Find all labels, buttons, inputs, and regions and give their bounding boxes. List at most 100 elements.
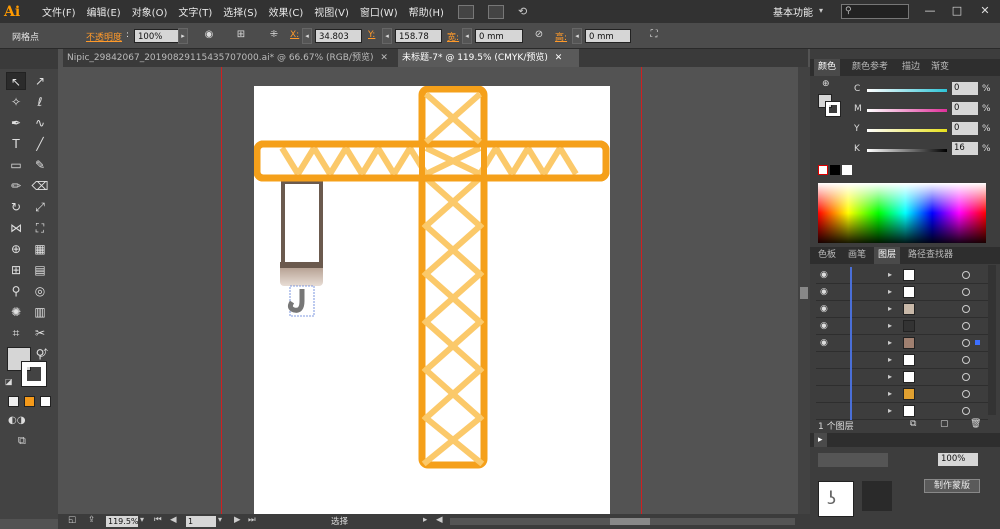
default-colors-icon[interactable]: ◪ — [5, 377, 13, 386]
draw-mode-icon[interactable]: ◐◑ — [8, 415, 25, 426]
free-transform-tool-icon[interactable]: ⛶ — [30, 219, 50, 237]
white-color-swatch[interactable] — [842, 165, 852, 175]
black-color-swatch[interactable] — [830, 165, 840, 175]
layer-row[interactable]: ◉ ▸ — [816, 335, 988, 352]
share-icon[interactable]: ⇪ — [88, 515, 95, 525]
target-circle-icon[interactable] — [962, 305, 970, 313]
artboard-nav-icon[interactable]: ◱ — [68, 515, 76, 525]
eraser-tool-icon[interactable]: ⌫ — [30, 177, 50, 195]
tools-panel-header[interactable] — [0, 49, 58, 69]
x-stepper-icon[interactable]: ◂ — [302, 28, 312, 44]
scrollbar-thumb[interactable] — [610, 518, 650, 525]
search-input[interactable]: ⚲ — [841, 4, 909, 19]
eyedropper-tool-icon[interactable]: ⚲ — [6, 282, 26, 300]
color-mode-button[interactable] — [8, 396, 19, 407]
type-tool-icon[interactable]: T — [6, 135, 26, 153]
menu-effect[interactable]: 效果(C) — [268, 4, 303, 19]
menu-help[interactable]: 帮助(H) — [409, 4, 444, 19]
artboard-tool-icon[interactable]: ⌗ — [6, 324, 26, 342]
shape-builder-tool-icon[interactable]: ⊕ — [6, 240, 26, 258]
restore-button[interactable]: □ — [947, 4, 967, 18]
make-mask-button[interactable]: 制作蒙版 — [924, 479, 980, 493]
none-mode-button[interactable] — [40, 396, 51, 407]
artboard-dropdown-icon[interactable]: ▾ — [218, 515, 222, 524]
workspace-switcher[interactable]: 基本功能 — [773, 4, 813, 19]
screen-mode-icon[interactable]: ⧉ — [18, 434, 26, 448]
magic-wand-tool-icon[interactable]: ✧ — [6, 93, 26, 111]
next-artboard-icon[interactable]: ▶ — [234, 515, 241, 525]
menu-window[interactable]: 窗口(W) — [360, 4, 398, 19]
expand-triangle-icon[interactable]: ▸ — [888, 321, 892, 330]
target-circle-icon[interactable] — [962, 390, 970, 398]
selection-tool-icon[interactable]: ↖ — [6, 72, 26, 90]
layer-row[interactable]: ◉ ▸ — [816, 301, 988, 318]
new-sublayer-icon[interactable]: ⧉ — [910, 419, 916, 429]
target-circle-icon[interactable] — [962, 339, 970, 347]
expand-triangle-icon[interactable]: ▸ — [888, 372, 892, 381]
curvature-tool-icon[interactable]: ∿ — [30, 114, 50, 132]
scroll-left-icon[interactable]: ◀ — [436, 515, 443, 525]
prev-artboard-icon[interactable]: ◀ — [170, 515, 177, 525]
color-spectrum[interactable] — [818, 183, 986, 243]
align-icon[interactable]: ⊞ — [232, 28, 250, 44]
layer-row[interactable]: ▸ — [816, 369, 988, 386]
lasso-tool-icon[interactable]: ℓ — [30, 93, 50, 111]
target-circle-icon[interactable] — [962, 288, 970, 296]
swap-fill-stroke-icon[interactable]: ⤴ — [39, 346, 48, 359]
gpu-icon[interactable]: ⟲ — [518, 5, 534, 19]
tab-gradient[interactable]: 渐变 — [927, 59, 953, 76]
target-circle-icon[interactable] — [962, 407, 970, 415]
visibility-eye-icon[interactable]: ◉ — [820, 304, 830, 314]
slice-tool-icon[interactable]: ✂ — [30, 324, 50, 342]
opacity-label[interactable]: 不透明度 — [86, 30, 122, 43]
channel-c-input[interactable]: 0 — [952, 82, 978, 95]
y-input[interactable]: 158.78 — [395, 29, 442, 43]
layer-row[interactable]: ▸ — [816, 386, 988, 403]
width-stepper-icon[interactable]: ◂ — [462, 28, 472, 44]
channel-m-input[interactable]: 0 — [952, 102, 978, 115]
stroke-swatch[interactable] — [21, 361, 47, 387]
pencil-tool-icon[interactable]: ✏ — [6, 177, 26, 195]
tab-color-guide[interactable]: 颜色参考 — [848, 59, 892, 76]
visibility-eye-icon[interactable]: ◉ — [820, 321, 830, 331]
tab-brushes[interactable]: 画笔 — [844, 247, 870, 264]
artboard[interactable] — [253, 85, 610, 514]
last-artboard-icon[interactable]: ⏭ — [248, 515, 256, 525]
tab-document-2[interactable]: 未标题-7* @ 119.5% (CMYK/预览) ✕ — [398, 49, 579, 67]
channel-k-slider[interactable] — [867, 149, 947, 152]
expand-triangle-icon[interactable]: ▸ — [888, 338, 892, 347]
recolor-icon[interactable]: ◉ — [200, 28, 218, 44]
opacity-value-input[interactable]: 100% — [938, 453, 978, 466]
y-stepper-icon[interactable]: ◂ — [382, 28, 392, 44]
zoom-dropdown-icon[interactable]: ▾ — [140, 515, 144, 524]
visibility-eye-icon[interactable]: ◉ — [820, 270, 830, 280]
visibility-eye-icon[interactable]: ◉ — [820, 287, 830, 297]
layer-row[interactable]: ◉ ▸ — [816, 284, 988, 301]
channel-y-slider[interactable] — [867, 129, 947, 132]
target-circle-icon[interactable] — [962, 271, 970, 279]
height-stepper-icon[interactable]: ◂ — [572, 28, 582, 44]
rotate-tool-icon[interactable]: ↻ — [6, 198, 26, 216]
target-circle-icon[interactable] — [962, 322, 970, 330]
blend-tool-icon[interactable]: ◎ — [30, 282, 50, 300]
spot-color-icon[interactable]: ⊕ — [822, 79, 830, 89]
opacity-input[interactable]: 100% — [134, 29, 180, 43]
color-stroke-swatch[interactable] — [825, 101, 841, 117]
channel-k-input[interactable]: 16 — [952, 142, 978, 155]
gradient-mode-button[interactable] — [24, 396, 35, 407]
arrange-documents-icon[interactable] — [487, 4, 504, 19]
zoom-input[interactable]: 119.5% — [106, 516, 139, 527]
visibility-eye-icon[interactable]: ◉ — [820, 338, 830, 348]
bridge-icon[interactable] — [457, 4, 474, 19]
status-menu-icon[interactable]: ▸ — [423, 515, 427, 525]
x-input[interactable]: 34.803 — [315, 29, 362, 43]
workspace-dropdown-icon[interactable]: ▾ — [819, 6, 823, 15]
width-tool-icon[interactable]: ⋈ — [6, 219, 26, 237]
visibility-eye-icon[interactable] — [820, 355, 830, 365]
target-circle-icon[interactable] — [962, 356, 970, 364]
menu-select[interactable]: 选择(S) — [223, 4, 257, 19]
transform-icon[interactable]: ⛶ — [645, 28, 663, 44]
expand-triangle-icon[interactable]: ▸ — [888, 304, 892, 313]
perspective-grid-tool-icon[interactable]: ▦ — [30, 240, 50, 258]
tab-transparency[interactable]: ▸ — [814, 433, 827, 447]
